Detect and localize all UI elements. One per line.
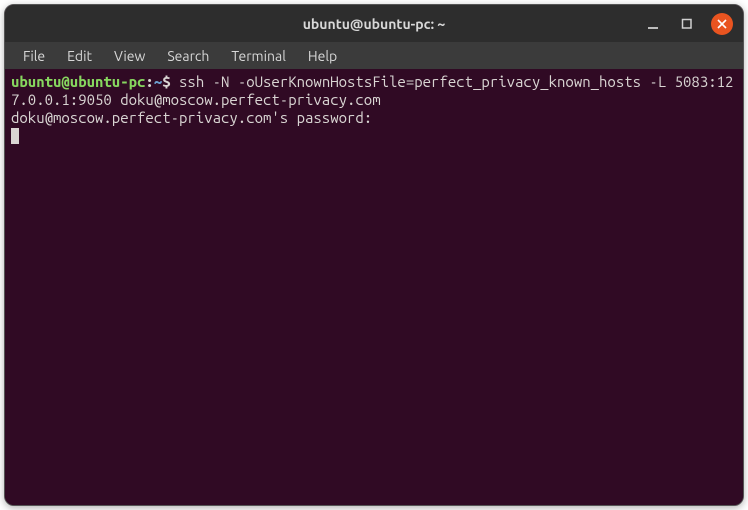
close-icon [717, 19, 727, 29]
titlebar[interactable]: ubuntu@ubuntu-pc: ~ [5, 5, 743, 42]
prompt-colon: : [145, 73, 153, 90]
menu-terminal[interactable]: Terminal [221, 45, 296, 67]
menu-search[interactable]: Search [157, 45, 219, 67]
prompt-dollar: $ [162, 73, 170, 90]
prompt-path: ~ [154, 73, 162, 90]
prompt-user-host: ubuntu@ubuntu-pc [11, 73, 145, 90]
terminal-cursor [11, 128, 19, 144]
maximize-icon [681, 18, 693, 30]
menubar: File Edit View Search Terminal Help [5, 42, 743, 69]
minimize-icon [647, 18, 659, 30]
window-controls [643, 13, 733, 35]
maximize-button[interactable] [677, 14, 697, 34]
menu-help[interactable]: Help [298, 45, 347, 67]
menu-file[interactable]: File [13, 45, 55, 67]
minimize-button[interactable] [643, 14, 663, 34]
close-button[interactable] [711, 13, 733, 35]
terminal-window: ubuntu@ubuntu-pc: ~ File Edit View Searc… [4, 4, 744, 506]
terminal-body[interactable]: ubuntu@ubuntu-pc:~$ ssh -N -oUserKnownHo… [5, 69, 743, 505]
terminal-output: doku@moscow.perfect-privacy.com's passwo… [11, 109, 372, 126]
menu-edit[interactable]: Edit [57, 45, 102, 67]
terminal-command [171, 73, 179, 90]
menu-view[interactable]: View [104, 45, 155, 67]
window-title: ubuntu@ubuntu-pc: ~ [15, 16, 733, 32]
